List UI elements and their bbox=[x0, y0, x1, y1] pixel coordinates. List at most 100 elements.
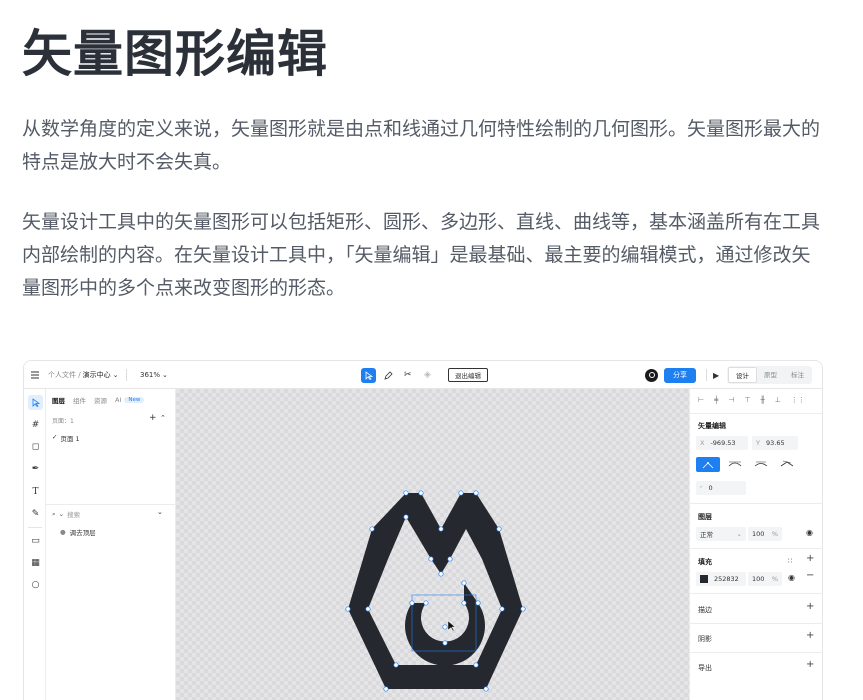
fill-opacity-field[interactable]: 100 % bbox=[748, 572, 782, 586]
search-input: 搜索 bbox=[67, 511, 81, 519]
style-grid-icon[interactable]: ∷ bbox=[788, 557, 792, 565]
avatar[interactable] bbox=[645, 361, 658, 389]
pen-tool[interactable]: ✒ bbox=[28, 461, 43, 476]
y-field[interactable]: Y 93.65 bbox=[752, 436, 798, 450]
cursor-icon bbox=[32, 398, 40, 407]
menu-icon[interactable] bbox=[30, 361, 40, 389]
tab-design[interactable]: 设计 bbox=[728, 367, 757, 383]
pen-tool-button[interactable] bbox=[384, 361, 393, 389]
page-item[interactable]: ✓ 页面 1 bbox=[52, 433, 80, 443]
tab-components[interactable]: 组件 bbox=[73, 395, 86, 405]
stroke-section-title: 描边 bbox=[698, 606, 712, 614]
scissors-icon: ✂ bbox=[404, 370, 412, 380]
add-stroke-button[interactable]: + bbox=[806, 601, 814, 612]
exit-edit-label: 退出编辑 bbox=[455, 372, 481, 380]
add-page-button[interactable]: + bbox=[149, 413, 157, 423]
curve-node-icon bbox=[754, 461, 768, 467]
eye-icon[interactable]: ◉ bbox=[788, 573, 795, 582]
text-tool[interactable]: T bbox=[28, 484, 43, 499]
article-paragraph-2: 矢量设计工具中的矢量图形可以包括矩形、圆形、多边形、直线、曲线等，基本涵盖所有在… bbox=[22, 211, 821, 299]
canvas[interactable] bbox=[176, 389, 689, 700]
tab-prototype[interactable]: 原型 bbox=[757, 367, 784, 383]
align-top-icon[interactable]: ⊤ bbox=[744, 396, 750, 404]
distribute-icon[interactable]: ⋮⋮ bbox=[791, 396, 805, 404]
plugin-tool[interactable]: ▦ bbox=[28, 555, 43, 570]
chevron-up-icon[interactable]: ⌃ bbox=[160, 414, 166, 422]
play-icon: ▶ bbox=[713, 370, 720, 380]
chevron-down-icon: ⌄ bbox=[736, 530, 742, 538]
frame-tool[interactable]: # bbox=[28, 417, 43, 432]
mode-tabs: 设计 原型 标注 bbox=[727, 366, 812, 384]
align-left-icon[interactable]: ⊢ bbox=[698, 396, 704, 404]
corner-radius-icon: ◜ bbox=[700, 484, 703, 492]
x-label: X bbox=[700, 439, 705, 447]
curve-node-icon bbox=[780, 460, 794, 467]
comment-icon: ▭ bbox=[31, 535, 40, 546]
tab-assets[interactable]: 资源 bbox=[94, 395, 107, 405]
add-fill-button[interactable]: + bbox=[806, 553, 814, 564]
app-screenshot: 个人文件 / 演示中心 ⌄ 361% ⌄ ✂ ◈ 退出编辑 分享 ▶ 设计 原型… bbox=[23, 360, 823, 700]
y-value: 93.65 bbox=[765, 439, 785, 447]
exit-edit-button[interactable]: 退出编辑 bbox=[448, 368, 488, 382]
node-disconnected-button[interactable] bbox=[780, 460, 794, 470]
vector-shape[interactable] bbox=[176, 389, 689, 700]
search-field[interactable]: ⌕ ⌄ 搜索 bbox=[52, 509, 81, 520]
tab-design-label: 设计 bbox=[736, 372, 749, 380]
blend-mode-select[interactable]: 正常 ⌄ bbox=[696, 527, 746, 541]
pencil-tool[interactable]: ✎ bbox=[28, 506, 43, 521]
scissors-tool-button[interactable]: ✂ bbox=[404, 361, 412, 389]
corner-radius-value: 0 bbox=[708, 484, 713, 492]
align-right-icon[interactable]: ⊣ bbox=[728, 396, 734, 404]
top-toolbar: 个人文件 / 演示中心 ⌄ 361% ⌄ ✂ ◈ 退出编辑 分享 ▶ 设计 原型… bbox=[24, 361, 822, 389]
corner-radius-field[interactable]: ◜ 0 bbox=[696, 481, 746, 495]
align-center-icon[interactable]: ╪ bbox=[714, 396, 718, 404]
pencil-icon: ✎ bbox=[31, 508, 40, 519]
tab-annotate[interactable]: 标注 bbox=[784, 367, 811, 383]
node-asymmetric-button[interactable] bbox=[754, 460, 768, 470]
breadcrumb-current: 演示中心 bbox=[82, 371, 111, 379]
article-paragraph-1: 从数学角度的定义来说，矢量图形就是由点和线通过几何特性绘制的几何图形。矢量图形最… bbox=[22, 118, 821, 173]
remove-fill-button[interactable]: − bbox=[806, 570, 814, 581]
eye-icon[interactable]: ◉ bbox=[806, 528, 813, 537]
left-toolbar: # ◻ ✒ T ✎ ▭ ▦ ○ bbox=[24, 389, 46, 700]
zoom-dropdown[interactable]: 361% ⌄ bbox=[140, 361, 168, 389]
collapse-icon[interactable]: ⌄ bbox=[157, 508, 163, 516]
node-mirrored-button[interactable] bbox=[728, 460, 742, 470]
cursor-icon bbox=[365, 370, 373, 380]
node-straight-button[interactable] bbox=[696, 457, 720, 472]
layer-opacity-value: 100 bbox=[752, 530, 765, 538]
tab-ai[interactable]: AI bbox=[115, 396, 121, 404]
pen-icon: ✒ bbox=[31, 463, 40, 474]
paint-bucket-icon: ◈ bbox=[424, 370, 431, 380]
ai-new-badge: New bbox=[124, 397, 145, 403]
layer-item[interactable]: ● 调去顶层 bbox=[60, 527, 96, 537]
share-button[interactable]: 分享 bbox=[664, 367, 696, 383]
page-item-label: 页面 1 bbox=[60, 435, 80, 443]
search-tool[interactable]: ○ bbox=[28, 577, 43, 592]
layer-section-title: 图层 bbox=[698, 513, 712, 521]
breadcrumb[interactable]: 个人文件 / 演示中心 ⌄ bbox=[48, 361, 118, 389]
add-shadow-button[interactable]: + bbox=[806, 630, 814, 641]
search-icon: ⌕ bbox=[52, 509, 56, 518]
blend-mode-value: 正常 bbox=[700, 531, 713, 539]
comment-tool[interactable]: ▭ bbox=[28, 533, 43, 548]
y-label: Y bbox=[756, 439, 760, 447]
align-bottom-icon[interactable]: ⊥ bbox=[775, 396, 781, 404]
fill-swatch[interactable] bbox=[700, 575, 708, 583]
tab-layers[interactable]: 图层 bbox=[52, 395, 65, 405]
move-tool[interactable] bbox=[28, 395, 43, 410]
fill-color-field[interactable]: 252832 bbox=[696, 572, 746, 586]
shadow-section-title: 阴影 bbox=[698, 635, 712, 643]
align-middle-icon[interactable]: ╫ bbox=[761, 396, 765, 404]
tab-annotate-label: 标注 bbox=[791, 371, 804, 379]
pages-label: 页面：1 bbox=[52, 418, 74, 425]
shape-tool[interactable]: ◻ bbox=[28, 439, 43, 454]
play-button[interactable]: ▶ bbox=[713, 361, 719, 389]
layer-opacity-field[interactable]: 100 % bbox=[748, 527, 782, 541]
fill-tool-button[interactable]: ◈ bbox=[424, 361, 431, 389]
add-export-button[interactable]: + bbox=[806, 659, 814, 670]
vector-edit-title: 矢量编辑 bbox=[698, 422, 726, 430]
chevron-down-icon: ⌄ bbox=[58, 510, 65, 518]
select-tool-button[interactable] bbox=[361, 361, 376, 389]
x-field[interactable]: X -969.53 bbox=[696, 436, 748, 450]
